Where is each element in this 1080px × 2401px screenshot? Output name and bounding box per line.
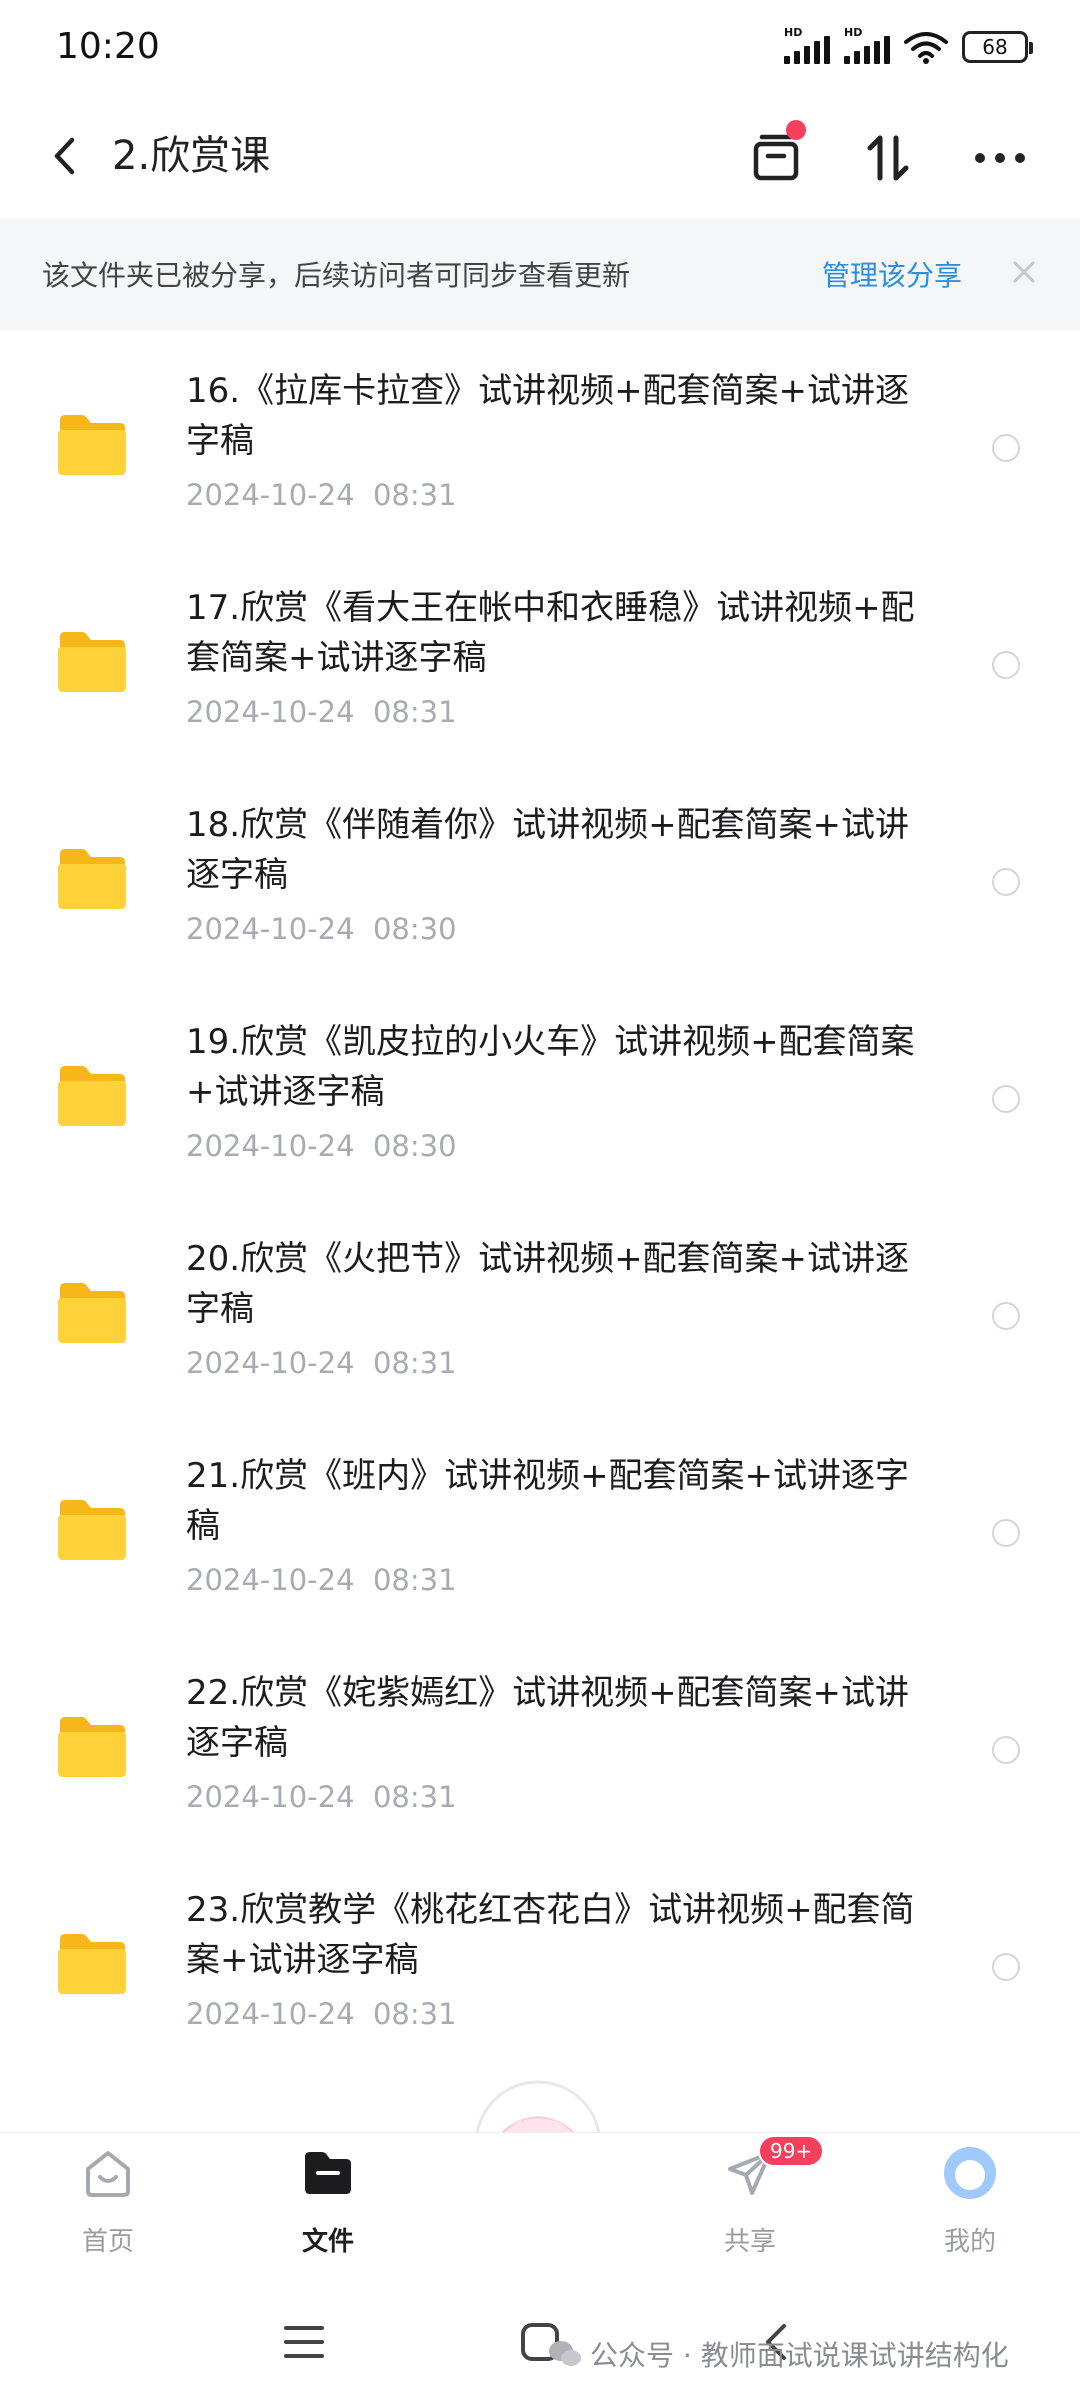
file-name: 16.《拉库卡拉查》试讲视频+配套简案+试讲逐字稿 bbox=[186, 371, 910, 461]
menu-button[interactable] bbox=[274, 2312, 334, 2372]
nav-files[interactable]: 文件 bbox=[258, 2143, 398, 2258]
nav-share[interactable]: 99+ 共享 bbox=[680, 2135, 825, 2258]
select-checkbox[interactable] bbox=[992, 1519, 1020, 1547]
file-name: 23.欣赏教学《桃花红杏花白》试讲视频+配套简案+试讲逐字稿 bbox=[186, 1890, 915, 1980]
more-dots-icon bbox=[975, 153, 1025, 163]
more-button[interactable] bbox=[968, 126, 1032, 190]
select-checkbox[interactable] bbox=[992, 434, 1020, 462]
folder-icon bbox=[58, 1934, 126, 1994]
battery-level: 68 bbox=[982, 35, 1008, 59]
system-nav-bar: 公众号 · 教师面试说课试讲结构化 bbox=[0, 2282, 1080, 2401]
sort-arrows-icon bbox=[867, 135, 909, 181]
file-list: 16.《拉库卡拉查》试讲视频+配套简案+试讲逐字稿 2024-10-24 08:… bbox=[0, 330, 1080, 2066]
file-list-item[interactable]: 20.欣赏《火把节》试讲视频+配套简案+试讲逐字稿 2024-10-24 08:… bbox=[0, 1198, 1080, 1415]
nav-share-label: 共享 bbox=[723, 2227, 776, 2257]
close-icon bbox=[1013, 261, 1035, 283]
notification-dot bbox=[786, 120, 806, 140]
folder-icon bbox=[58, 415, 126, 475]
file-name: 21.欣赏《班内》试讲视频+配套简案+试讲逐字稿 bbox=[186, 1456, 910, 1546]
file-date: 2024-10-24 08:31 bbox=[186, 1780, 457, 1814]
file-list-item[interactable]: 17.欣赏《看大王在帐中和衣睡稳》试讲视频+配套简案+试讲逐字稿 2024-10… bbox=[0, 547, 1080, 764]
wifi-icon bbox=[904, 32, 948, 64]
banner-close-button[interactable] bbox=[1004, 252, 1044, 292]
file-name: 20.欣赏《火把节》试讲视频+配套简案+试讲逐字稿 bbox=[186, 1239, 910, 1329]
header: 2.欣赏课 bbox=[0, 100, 1080, 212]
file-list-item[interactable]: 18.欣赏《伴随着你》试讲视频+配套简案+试讲逐字稿 2024-10-24 08… bbox=[0, 764, 1080, 981]
nav-home[interactable]: 首页 bbox=[38, 2143, 178, 2258]
select-checkbox[interactable] bbox=[992, 1302, 1020, 1330]
folder-icon bbox=[58, 1283, 126, 1343]
select-checkbox[interactable] bbox=[992, 651, 1020, 679]
file-date: 2024-10-24 08:31 bbox=[186, 478, 457, 512]
share-banner: 该文件夹已被分享，后续访问者可同步查看更新 管理该分享 bbox=[0, 218, 1080, 330]
select-checkbox[interactable] bbox=[992, 1736, 1020, 1764]
watermark: 公众号 · 教师面试说课试讲结构化 bbox=[548, 2334, 1009, 2374]
file-date: 2024-10-24 08:30 bbox=[186, 912, 457, 946]
file-list-item[interactable]: 19.欣赏《凯皮拉的小火车》试讲视频+配套简案+试讲逐字稿 2024-10-24… bbox=[0, 981, 1080, 1198]
watermark-text: 公众号 · 教师面试说课试讲结构化 bbox=[590, 2339, 1009, 2372]
nav-files-label: 文件 bbox=[301, 2227, 354, 2257]
home-icon bbox=[78, 2143, 138, 2203]
file-date: 2024-10-24 08:31 bbox=[186, 1346, 457, 1380]
file-list-item[interactable]: 23.欣赏教学《桃花红杏花白》试讲视频+配套简案+试讲逐字稿 2024-10-2… bbox=[0, 1849, 1080, 2066]
file-date: 2024-10-24 08:31 bbox=[186, 1563, 457, 1597]
file-name: 19.欣赏《凯皮拉的小火车》试讲视频+配套简案+试讲逐字稿 bbox=[186, 1022, 915, 1112]
status-bar: 10:20 HD HD 68 bbox=[0, 0, 1080, 100]
file-date: 2024-10-24 08:30 bbox=[186, 1129, 457, 1163]
file-date: 2024-10-24 08:31 bbox=[186, 1997, 457, 2031]
battery-icon: 68 bbox=[962, 31, 1033, 63]
folder-icon bbox=[58, 1500, 126, 1560]
paper-plane-icon: 99+ bbox=[720, 2135, 825, 2203]
sort-button[interactable] bbox=[856, 126, 920, 190]
status-time: 10:20 bbox=[56, 26, 160, 67]
file-list-item[interactable]: 21.欣赏《班内》试讲视频+配套简案+试讲逐字稿 2024-10-24 08:3… bbox=[0, 1415, 1080, 1632]
folder-icon bbox=[58, 1066, 126, 1126]
file-name: 22.欣赏《姹紫嫣红》试讲视频+配套简案+试讲逐字稿 bbox=[186, 1673, 910, 1763]
transfer-list-button[interactable] bbox=[744, 120, 808, 190]
signal-icon: HD bbox=[844, 26, 890, 64]
select-checkbox[interactable] bbox=[992, 868, 1020, 896]
signal-icon: HD bbox=[784, 26, 830, 64]
folder-icon bbox=[58, 1717, 126, 1777]
nav-home-label: 首页 bbox=[81, 2227, 134, 2257]
back-button[interactable] bbox=[40, 126, 88, 186]
share-count-badge: 99+ bbox=[758, 2135, 825, 2167]
file-name: 18.欣赏《伴随着你》试讲视频+配套简案+试讲逐字稿 bbox=[186, 805, 910, 895]
nav-mine[interactable]: 我的 bbox=[900, 2143, 1040, 2258]
folder-icon bbox=[58, 632, 126, 692]
folder-icon bbox=[58, 849, 126, 909]
chevron-left-icon bbox=[54, 137, 75, 175]
folder-icon bbox=[298, 2143, 358, 2203]
page-title: 2.欣赏课 bbox=[112, 133, 271, 179]
file-list-item[interactable]: 16.《拉库卡拉查》试讲视频+配套简案+试讲逐字稿 2024-10-24 08:… bbox=[0, 330, 1080, 547]
manage-share-link[interactable]: 管理该分享 bbox=[822, 254, 962, 294]
menu-icon bbox=[284, 2326, 324, 2358]
nav-mine-label: 我的 bbox=[943, 2227, 996, 2257]
bottom-nav: 首页 文件 99+ 共享 我的 bbox=[0, 2132, 1080, 2282]
avatar-icon bbox=[940, 2143, 1000, 2203]
select-checkbox[interactable] bbox=[992, 1085, 1020, 1113]
file-date: 2024-10-24 08:31 bbox=[186, 695, 457, 729]
wechat-icon bbox=[549, 2341, 581, 2366]
select-checkbox[interactable] bbox=[992, 1953, 1020, 1981]
file-list-item[interactable]: 22.欣赏《姹紫嫣红》试讲视频+配套简案+试讲逐字稿 2024-10-24 08… bbox=[0, 1632, 1080, 1849]
file-name: 17.欣赏《看大王在帐中和衣睡稳》试讲视频+配套简案+试讲逐字稿 bbox=[186, 588, 915, 678]
share-banner-text: 该文件夹已被分享，后续访问者可同步查看更新 bbox=[42, 259, 631, 292]
status-icons: HD HD 68 bbox=[784, 26, 1033, 64]
